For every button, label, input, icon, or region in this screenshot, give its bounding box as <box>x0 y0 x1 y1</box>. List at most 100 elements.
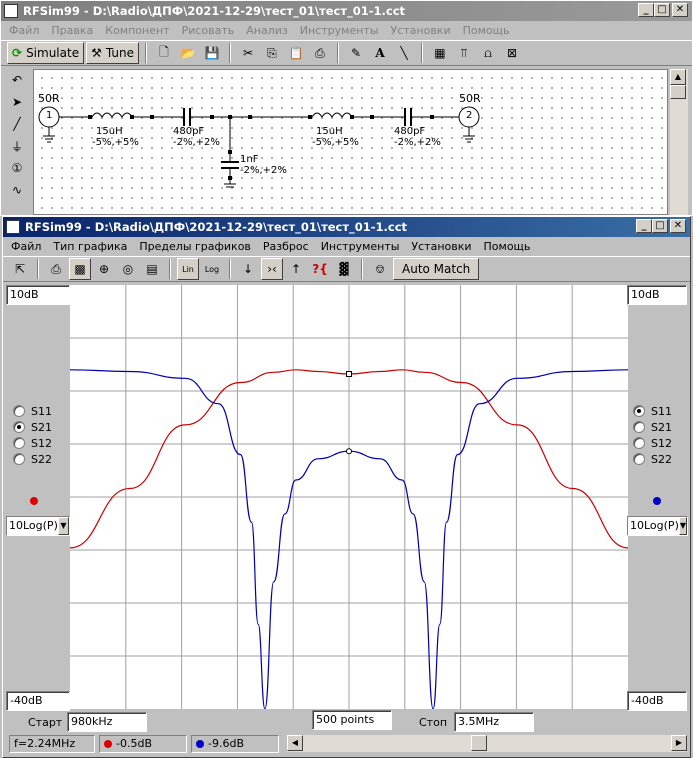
close-button[interactable]: ✕ <box>672 3 688 17</box>
schematic-vscrollbar[interactable]: ▲ <box>670 69 688 215</box>
radio-button[interactable] <box>13 437 25 449</box>
marker-left[interactable] <box>346 371 352 378</box>
export-icon[interactable]: ⇱ <box>9 258 31 280</box>
radio-button[interactable] <box>633 437 645 449</box>
graph-menu-chart-type[interactable]: Тип графика <box>47 237 133 256</box>
graph-menu-tools[interactable]: Инструменты <box>315 237 406 256</box>
left-param-s12[interactable]: S12 <box>13 435 52 451</box>
rect-plot-icon[interactable]: ▩ <box>69 258 91 280</box>
points-field[interactable]: 500 points <box>312 710 392 730</box>
port-icon[interactable]: ① <box>3 157 31 179</box>
graph-menu-spread[interactable]: Разброс <box>257 237 315 256</box>
menu-settings[interactable]: Установки <box>385 21 457 40</box>
inductor-icon[interactable]: ∿ <box>3 179 31 201</box>
menu-file[interactable]: Файл <box>3 21 45 40</box>
right-param-s12[interactable]: S12 <box>633 435 672 451</box>
frequency-scrollbar[interactable]: ◀ ▶ <box>287 735 687 752</box>
scroll-up-button[interactable]: ▲ <box>670 69 686 85</box>
menu-tools[interactable]: Инструменты <box>294 21 385 40</box>
menu-draw[interactable]: Рисовать <box>176 21 241 40</box>
chevron-down-icon[interactable]: ▼ <box>678 517 688 535</box>
radio-button[interactable] <box>633 453 645 465</box>
minimize-button[interactable]: _ <box>638 3 654 17</box>
ground-icon[interactable]: ⏚ <box>3 135 31 157</box>
scroll-thumb[interactable] <box>471 735 487 751</box>
right-param-s11[interactable]: S11 <box>633 403 672 419</box>
right-param-s22[interactable]: S22 <box>633 451 672 467</box>
print-icon[interactable]: ⎙ <box>45 258 67 280</box>
table-icon[interactable]: ▤ <box>141 258 163 280</box>
log-scale-icon[interactable]: Log <box>201 258 223 280</box>
menu-help[interactable]: Помощь <box>457 21 516 40</box>
copy-icon[interactable]: ⎘ <box>261 42 283 64</box>
coupled-line-icon[interactable]: ⩍ <box>477 42 499 64</box>
rotate-icon[interactable]: ↶ <box>3 69 31 91</box>
scroll-left-button[interactable]: ◀ <box>287 735 303 751</box>
stop-frequency-field[interactable]: 3.5MHz <box>454 712 534 732</box>
right-bottom-limit-field[interactable]: -40dB <box>627 691 687 711</box>
toolbar-separator <box>420 43 423 63</box>
maximize-button[interactable]: □ <box>654 3 670 17</box>
graph-menu-file[interactable]: Файл <box>5 237 47 256</box>
graph-minimize-button[interactable]: _ <box>636 219 652 233</box>
start-frequency-field[interactable]: 980kHz <box>67 712 147 732</box>
arrow-down-icon[interactable]: ↓ <box>237 258 259 280</box>
radio-button[interactable] <box>13 405 25 417</box>
smith-chart-icon[interactable]: ⊕ <box>93 258 115 280</box>
cut-icon[interactable]: ✂ <box>237 42 259 64</box>
right-param-s21[interactable]: S21 <box>633 419 672 435</box>
query-icon[interactable]: ?{ <box>309 258 331 280</box>
calculator-icon[interactable]: ▦ <box>429 42 451 64</box>
scroll-right-button[interactable]: ▶ <box>671 735 687 751</box>
marker-center-icon[interactable]: ›‹ <box>261 258 283 280</box>
graph-close-button[interactable]: ✕ <box>670 219 686 233</box>
menu-analysis[interactable]: Анализ <box>240 21 294 40</box>
graph-menu-help[interactable]: Помощь <box>478 237 537 256</box>
linear-scale-icon[interactable]: Lin <box>177 258 199 280</box>
status-frequency: f=2.24MHz <box>9 735 95 753</box>
print-icon[interactable]: ⎙ <box>309 42 331 64</box>
tune-knob-icon[interactable]: ⎊ <box>369 258 391 280</box>
text-icon[interactable]: A <box>369 42 391 64</box>
left-param-s22[interactable]: S22 <box>13 451 52 467</box>
radio-button-selected[interactable] <box>13 421 25 433</box>
auto-match-button[interactable]: Auto Match <box>393 258 480 280</box>
pointer-icon[interactable]: ➤ <box>3 91 31 113</box>
component-icon[interactable]: ⊠ <box>501 42 523 64</box>
radio-button-selected[interactable] <box>633 405 645 417</box>
marker-right[interactable] <box>346 448 352 455</box>
simulate-button[interactable]: ⟳ Simulate <box>7 42 85 64</box>
right-scale-select[interactable]: 10Log(P) ▼ <box>627 516 688 536</box>
arrow-up-icon[interactable]: ↑ <box>285 258 307 280</box>
wire-icon[interactable]: ╱ <box>3 113 31 135</box>
chevron-down-icon[interactable]: ▼ <box>57 517 69 535</box>
left-scale-select[interactable]: 10Log(P) ▼ <box>6 516 70 536</box>
line-tool-icon[interactable]: ╲ <box>393 42 415 64</box>
left-param-s21[interactable]: S21 <box>13 419 52 435</box>
new-file-icon[interactable]: 🗋 <box>153 42 175 64</box>
left-bottom-limit-field[interactable]: -40dB <box>6 691 70 711</box>
radio-button[interactable] <box>13 453 25 465</box>
left-param-s11[interactable]: S11 <box>13 403 52 419</box>
probe-icon[interactable]: ✎ <box>345 42 367 64</box>
plot-area[interactable] <box>69 285 629 710</box>
schematic-canvas[interactable]: 50R 1 50R 2 15uH -5%,+5% 480pF -2%,+2% 1… <box>33 69 668 215</box>
polar-chart-icon[interactable]: ◎ <box>117 258 139 280</box>
toolbar-separator <box>37 259 39 279</box>
graph-menu-limits[interactable]: Пределы графиков <box>133 237 257 256</box>
menu-component[interactable]: Компонент <box>99 21 175 40</box>
left-top-limit-field[interactable]: 10dB <box>6 285 70 305</box>
graph-menu-settings[interactable]: Установки <box>405 237 477 256</box>
save-icon[interactable]: 💾 <box>201 42 223 64</box>
tune-button[interactable]: ⚒ Tune <box>86 42 139 64</box>
radio-button[interactable] <box>633 421 645 433</box>
open-folder-icon[interactable]: 📂 <box>177 42 199 64</box>
paste-icon[interactable]: 📋 <box>285 42 307 64</box>
graph-maximize-button[interactable]: □ <box>652 219 668 233</box>
menu-edit[interactable]: Правка <box>45 21 99 40</box>
main-title: RFSim99 - D:\Radio\ДПФ\2021-12-29\тест_0… <box>23 4 406 18</box>
transmission-line-icon[interactable]: ⫪ <box>453 42 475 64</box>
random-icon[interactable]: ▓ <box>333 258 355 280</box>
right-top-limit-field[interactable]: 10dB <box>627 285 687 305</box>
scroll-thumb[interactable] <box>670 85 686 99</box>
